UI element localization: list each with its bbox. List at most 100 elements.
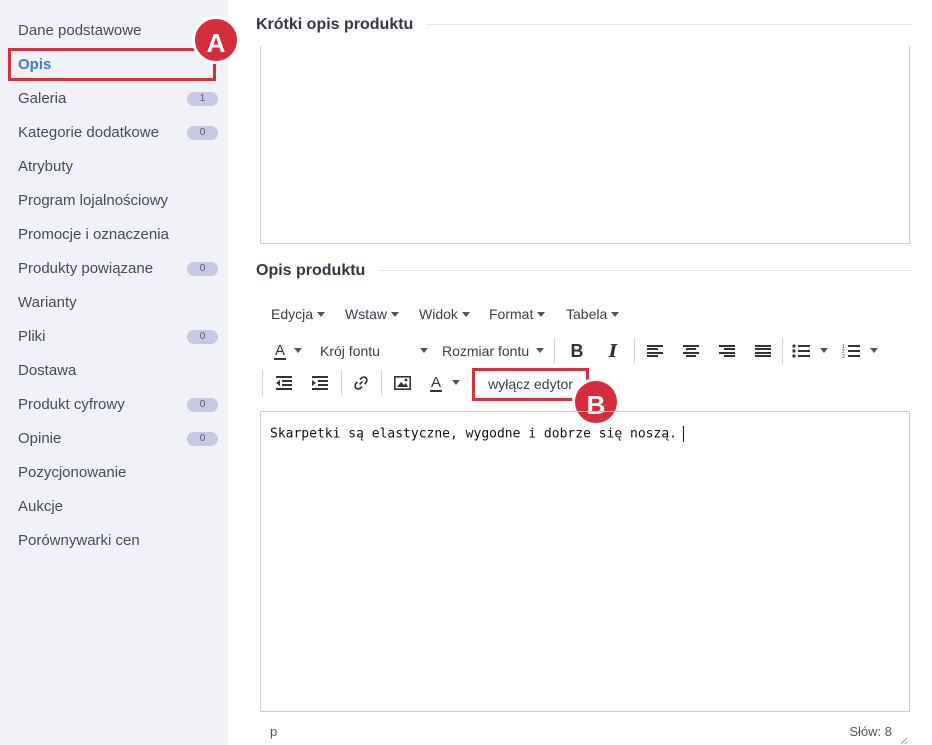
description-title: Opis produktu	[256, 262, 366, 279]
sidebar-item-label: Dane podstawowe	[18, 22, 142, 39]
image-icon	[393, 376, 411, 390]
menu-format[interactable]: Format	[489, 300, 546, 328]
sidebar-item-program-lojalnosciowy[interactable]: Program lojalnościowy	[18, 186, 208, 216]
section-divider	[380, 270, 912, 271]
highlight-box-opis	[8, 48, 216, 81]
sidebar-item-aukcje[interactable]: Aukcje	[18, 492, 208, 522]
sidebar-item-label: Opinie	[18, 430, 62, 447]
caret-down-icon	[537, 311, 546, 317]
outdent-button[interactable]	[271, 369, 297, 397]
font-size-label: Rozmiar fontu	[442, 343, 530, 359]
marker-a: A	[192, 16, 240, 64]
sidebar-item-label: Galeria	[18, 90, 67, 107]
caret-down-icon	[452, 379, 460, 385]
sidebar: Dane podstawowe Opis Galeria 1 Kategorie …	[0, 0, 228, 745]
align-center-icon	[683, 345, 699, 357]
bullet-list-icon	[792, 344, 810, 358]
element-path[interactable]: p	[270, 724, 277, 739]
menu-label: Format	[489, 306, 534, 322]
section-divider	[426, 24, 912, 25]
text-color-button[interactable]: A	[266, 337, 310, 365]
menu-label: Widok	[419, 306, 458, 322]
short-description-editor[interactable]	[260, 46, 910, 244]
caret-down-icon	[420, 347, 428, 353]
bullet-list-button[interactable]	[788, 337, 832, 365]
align-right-button[interactable]	[714, 337, 740, 365]
sidebar-item-produkt-cyfrowy[interactable]: Produkt cyfrowy 0	[18, 390, 218, 420]
sidebar-item-opinie[interactable]: Opinie 0	[18, 424, 218, 454]
disable-editor-button[interactable]: wyłącz edytor	[472, 368, 589, 401]
menu-widok[interactable]: Widok	[419, 300, 470, 328]
menu-tabela[interactable]: Tabela	[566, 300, 620, 328]
align-center-button[interactable]	[678, 337, 704, 365]
align-left-button[interactable]	[642, 337, 668, 365]
menu-wstaw[interactable]: Wstaw	[345, 300, 399, 328]
sidebar-item-atrybuty[interactable]: Atrybuty	[18, 152, 208, 182]
description-editor[interactable]: Skarpetki są elastyczne, wygodne i dobrz…	[260, 411, 910, 712]
menu-edycja[interactable]: Edycja	[271, 300, 326, 328]
sidebar-item-label: Pliki	[18, 328, 46, 345]
caret-down-icon	[536, 347, 544, 353]
font-family-label: Krój fontu	[320, 343, 380, 359]
menu-label: Tabela	[566, 306, 608, 322]
sidebar-item-label: Kategorie dodatkowe	[18, 124, 159, 141]
sidebar-item-dostawa[interactable]: Dostawa	[18, 356, 208, 386]
toolbar-separator	[341, 370, 342, 396]
count-badge: 0	[187, 398, 218, 412]
caret-down-icon	[294, 347, 302, 353]
caret-down-icon	[611, 311, 620, 317]
sidebar-item-label: Pozycjonowanie	[18, 464, 127, 481]
count-badge: 0	[187, 330, 218, 344]
word-count: Słów: 8	[849, 724, 892, 739]
sidebar-item-promocje-i-oznaczenia[interactable]: Promocje i oznaczenia	[18, 220, 208, 250]
sidebar-item-label: Program lojalnościowy	[18, 192, 169, 209]
short-description-title: Krótki opis produktu	[256, 16, 414, 33]
bold-icon: B	[570, 340, 584, 361]
font-size-select[interactable]: Rozmiar fontu	[438, 337, 548, 365]
toolbar-separator	[554, 338, 555, 364]
align-justify-button[interactable]	[750, 337, 776, 365]
sidebar-item-label: Produkty powiązane	[18, 260, 154, 277]
resize-handle-icon[interactable]	[898, 735, 908, 745]
svg-text:3: 3	[842, 354, 845, 359]
toolbar-separator	[634, 338, 635, 364]
menu-label: Edycja	[271, 306, 314, 322]
toolbar-separator	[381, 370, 382, 396]
sidebar-item-pozycjonowanie[interactable]: Pozycjonowanie	[18, 458, 208, 488]
indent-button[interactable]	[307, 369, 333, 397]
align-justify-icon	[755, 345, 771, 357]
text-color-icon: A	[273, 341, 286, 360]
count-badge: 1	[187, 92, 218, 106]
bold-button[interactable]: B	[564, 337, 590, 365]
numbered-list-button[interactable]: 1 2 3	[838, 337, 882, 365]
sidebar-item-label: Warianty	[18, 294, 77, 311]
sidebar-item-label: Promocje i oznaczenia	[18, 226, 169, 243]
caret-down-icon	[317, 311, 326, 317]
editor-paragraph: Skarpetki są elastyczne, wygodne i dobrz…	[270, 426, 677, 442]
sidebar-item-warianty[interactable]: Warianty	[18, 288, 208, 318]
sidebar-item-galeria[interactable]: Galeria 1	[18, 84, 218, 114]
indent-icon	[312, 376, 328, 390]
align-left-icon	[647, 345, 663, 357]
editor-text[interactable]: Skarpetki są elastyczne, wygodne i dobrz…	[270, 426, 684, 442]
font-family-select[interactable]: Krój fontu	[316, 337, 432, 365]
sidebar-item-label: Produkt cyfrowy	[18, 396, 125, 413]
sidebar-item-dane-podstawowe[interactable]: Dane podstawowe	[18, 16, 208, 46]
caret-down-icon	[820, 347, 828, 353]
italic-button[interactable]: I	[600, 337, 626, 365]
sidebar-item-label: Dostawa	[18, 362, 77, 379]
count-badge: 0	[187, 432, 218, 446]
sidebar-item-produkty-powiazane[interactable]: Produkty powiązane 0	[18, 254, 218, 284]
caret-down-icon	[870, 347, 878, 353]
count-badge: 0	[187, 126, 218, 140]
sidebar-item-pliki[interactable]: Pliki 0	[18, 322, 218, 352]
toolbar-separator	[782, 338, 783, 364]
outdent-icon	[276, 376, 292, 390]
align-right-icon	[719, 345, 735, 357]
link-button[interactable]	[348, 369, 374, 397]
sidebar-item-kategorie-dodatkowe[interactable]: Kategorie dodatkowe 0	[18, 118, 218, 148]
sidebar-item-porownywarki-cen[interactable]: Porównywarki cen	[18, 526, 208, 556]
image-button[interactable]	[389, 369, 415, 397]
background-color-button[interactable]: A	[422, 369, 468, 397]
caret-down-icon	[461, 311, 470, 317]
